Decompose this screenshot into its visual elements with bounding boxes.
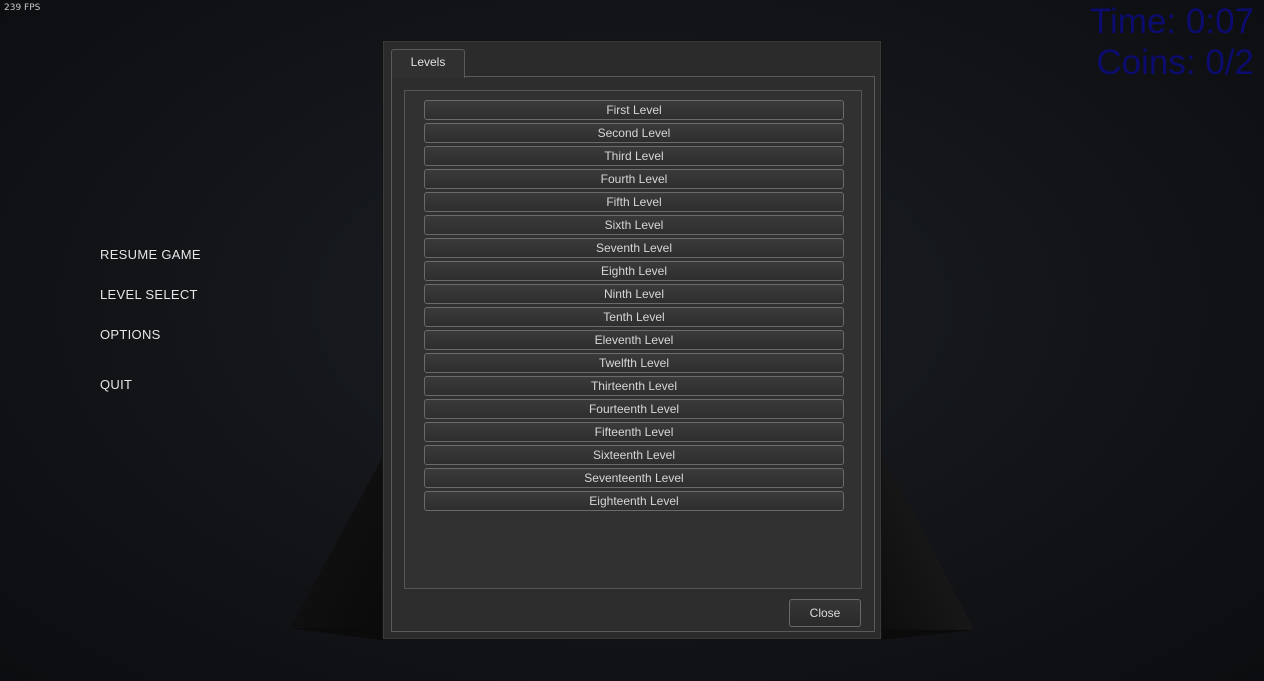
- level-button-15[interactable]: Fifteenth Level: [424, 422, 844, 442]
- level-select-window: Levels First Level Second Level Third Le…: [382, 40, 882, 640]
- level-button-7[interactable]: Seventh Level: [424, 238, 844, 258]
- options-button[interactable]: OPTIONS: [100, 327, 161, 342]
- fps-counter: 239 FPS: [4, 3, 41, 13]
- tab-levels[interactable]: Levels: [391, 49, 465, 78]
- level-button-8[interactable]: Eighth Level: [424, 261, 844, 281]
- level-button-12[interactable]: Twelfth Level: [424, 353, 844, 373]
- timer-display: Time: 0:07: [1089, 2, 1254, 41]
- level-button-13[interactable]: Thirteenth Level: [424, 376, 844, 396]
- level-list[interactable]: First Level Second Level Third Level Fou…: [404, 90, 862, 589]
- level-button-11[interactable]: Eleventh Level: [424, 330, 844, 350]
- coin-counter: Coins: 0/2: [1096, 43, 1254, 82]
- level-button-5[interactable]: Fifth Level: [424, 192, 844, 212]
- levels-tab-panel: First Level Second Level Third Level Fou…: [391, 76, 875, 632]
- level-button-3[interactable]: Third Level: [424, 146, 844, 166]
- pyramid-right-face: [880, 450, 974, 640]
- quit-button[interactable]: QUIT: [100, 377, 132, 392]
- level-button-2[interactable]: Second Level: [424, 123, 844, 143]
- level-button-18[interactable]: Eighteenth Level: [424, 491, 844, 511]
- game-viewport: 239 FPS Time: 0:07 Coins: 0/2 RESUME GAM…: [0, 0, 1264, 681]
- level-select-button[interactable]: LEVEL SELECT: [100, 287, 198, 302]
- close-button[interactable]: Close: [789, 599, 861, 627]
- resume-game-button[interactable]: RESUME GAME: [100, 247, 201, 262]
- level-button-16[interactable]: Sixteenth Level: [424, 445, 844, 465]
- level-button-9[interactable]: Ninth Level: [424, 284, 844, 304]
- pyramid-left-face: [290, 458, 382, 640]
- level-button-14[interactable]: Fourteenth Level: [424, 399, 844, 419]
- level-button-17[interactable]: Seventeenth Level: [424, 468, 844, 488]
- level-button-10[interactable]: Tenth Level: [424, 307, 844, 327]
- level-button-6[interactable]: Sixth Level: [424, 215, 844, 235]
- level-button-1[interactable]: First Level: [424, 100, 844, 120]
- level-button-4[interactable]: Fourth Level: [424, 169, 844, 189]
